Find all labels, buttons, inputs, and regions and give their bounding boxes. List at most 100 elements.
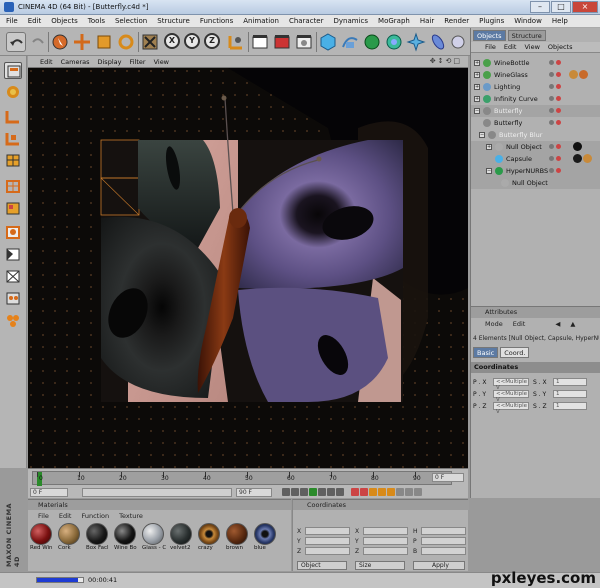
- viewport-menu-edit[interactable]: Edit: [40, 58, 53, 66]
- material-swatch[interactable]: brown: [226, 523, 250, 551]
- object-row[interactable]: + WineGlass: [471, 69, 600, 81]
- current-frame-field[interactable]: 0 F: [432, 473, 464, 482]
- spline-pen-icon[interactable]: [340, 32, 360, 52]
- position-z-field[interactable]: <<Multiple V: [493, 402, 529, 415]
- use-edge-tool-icon[interactable]: [4, 178, 22, 195]
- object-row[interactable]: − Butterfly: [471, 105, 600, 117]
- keyframe-param-icon[interactable]: [396, 488, 404, 496]
- tab-structure[interactable]: Structure: [507, 30, 546, 41]
- scale-x-field[interactable]: 1: [553, 378, 587, 386]
- tab-objects[interactable]: Objects: [473, 30, 506, 41]
- keyframe-move-icon[interactable]: [369, 488, 377, 496]
- nurbs-icon[interactable]: [362, 32, 382, 52]
- viewport-menu-cameras[interactable]: Cameras: [61, 58, 90, 66]
- attr-menu-mode[interactable]: Mode: [485, 319, 503, 330]
- enable-axis-icon[interactable]: [4, 224, 22, 241]
- cube-icon[interactable]: [318, 32, 338, 52]
- autokey-icon[interactable]: [360, 488, 368, 496]
- end-frame-field[interactable]: 90 F: [236, 487, 272, 497]
- camera-icon[interactable]: [448, 32, 468, 52]
- keyframe-scale-icon[interactable]: [378, 488, 386, 496]
- expand-icon[interactable]: −: [479, 132, 485, 138]
- viewport-menu-view[interactable]: View: [154, 58, 169, 66]
- menu-objects[interactable]: Objects: [51, 17, 77, 25]
- object-row[interactable]: Capsule: [471, 153, 600, 165]
- z-axis-lock-icon[interactable]: Z: [204, 33, 220, 49]
- close-button[interactable]: ×: [572, 1, 598, 13]
- play-icon[interactable]: [309, 488, 317, 496]
- obj-menu-view[interactable]: View: [524, 42, 539, 52]
- move-icon[interactable]: [72, 32, 92, 52]
- viewport-menu-filter[interactable]: Filter: [129, 58, 145, 66]
- keyframe-pla-icon[interactable]: [405, 488, 413, 496]
- coord-pos-x-field[interactable]: [305, 527, 350, 535]
- attr-menu-edit[interactable]: Edit: [513, 319, 526, 330]
- undo-icon[interactable]: [6, 32, 26, 52]
- material-swatch[interactable]: crazy: [198, 523, 222, 551]
- next-frame-icon[interactable]: [318, 488, 326, 496]
- object-row[interactable]: + Null Object: [471, 141, 600, 153]
- object-row[interactable]: Butterfly: [471, 117, 600, 129]
- render-settings-icon[interactable]: [294, 32, 314, 52]
- obj-menu-file[interactable]: File: [485, 42, 496, 52]
- coord-rot-p-field[interactable]: [421, 537, 466, 545]
- material-swatch[interactable]: Glass - C: [142, 523, 166, 551]
- material-tag-icon[interactable]: [569, 70, 578, 79]
- mat-menu-file[interactable]: File: [38, 511, 49, 521]
- menu-animation[interactable]: Animation: [243, 17, 279, 25]
- menu-structure[interactable]: Structure: [157, 17, 190, 25]
- material-tag-icon[interactable]: [573, 142, 582, 151]
- previous-key-icon[interactable]: [291, 488, 299, 496]
- coord-rot-b-field[interactable]: [421, 547, 466, 555]
- array-icon[interactable]: [384, 32, 404, 52]
- material-swatch[interactable]: blue: [254, 523, 278, 551]
- use-object-axis-icon[interactable]: [4, 84, 22, 101]
- preview-range-slider[interactable]: [82, 487, 232, 497]
- material-swatch[interactable]: Red Win: [30, 523, 54, 551]
- render-view-icon[interactable]: [250, 32, 270, 52]
- viewport-menu-display[interactable]: Display: [98, 58, 122, 66]
- coord-size-y-field[interactable]: [363, 537, 408, 545]
- menu-edit[interactable]: Edit: [28, 17, 42, 25]
- use-model-icon[interactable]: [4, 62, 22, 79]
- object-row[interactable]: − Butterfly Blur: [471, 129, 600, 141]
- position-x-field[interactable]: <<Multiple V: [493, 378, 529, 391]
- redo-icon[interactable]: [28, 32, 48, 52]
- deformer-icon[interactable]: [406, 32, 426, 52]
- use-point-tool-icon[interactable]: [4, 152, 22, 169]
- viewport-navigation-icons[interactable]: ✥↕⟲□: [430, 57, 462, 65]
- workplane-icon[interactable]: [4, 290, 22, 307]
- mat-menu-texture[interactable]: Texture: [119, 511, 143, 521]
- material-tag-icon[interactable]: [583, 154, 592, 163]
- menu-render[interactable]: Render: [444, 17, 469, 25]
- material-swatch[interactable]: velvet2: [170, 523, 194, 551]
- menu-selection[interactable]: Selection: [115, 17, 147, 25]
- viewport[interactable]: [28, 68, 468, 468]
- coordinate-system-icon[interactable]: [226, 32, 246, 52]
- menu-plugins[interactable]: Plugins: [479, 17, 504, 25]
- menu-character[interactable]: Character: [289, 17, 324, 25]
- timeline-icon[interactable]: [414, 488, 422, 496]
- scale-z-field[interactable]: 1: [553, 402, 587, 410]
- apply-button[interactable]: Apply: [413, 561, 465, 570]
- position-y-field[interactable]: <<Multiple V: [493, 390, 529, 403]
- expand-icon[interactable]: +: [474, 60, 480, 66]
- environment-icon[interactable]: [428, 32, 448, 52]
- size-mode-dropdown[interactable]: Size: [355, 561, 405, 570]
- menu-dynamics[interactable]: Dynamics: [334, 17, 369, 25]
- mat-menu-function[interactable]: Function: [81, 511, 109, 521]
- menu-mograph[interactable]: MoGraph: [378, 17, 410, 25]
- recent-tool-icon[interactable]: [140, 32, 160, 52]
- coord-pos-z-field[interactable]: [305, 547, 350, 555]
- expand-icon[interactable]: +: [474, 72, 480, 78]
- maximize-button[interactable]: □: [551, 1, 571, 13]
- material-swatch[interactable]: Box Facl: [86, 523, 110, 551]
- scale-icon[interactable]: [94, 32, 114, 52]
- use-polygon-tool-icon[interactable]: [4, 200, 22, 217]
- expand-icon[interactable]: +: [474, 84, 480, 90]
- up-arrow-icon[interactable]: ▲: [570, 319, 575, 330]
- coord-size-z-field[interactable]: [363, 547, 408, 555]
- menu-functions[interactable]: Functions: [200, 17, 233, 25]
- y-axis-lock-icon[interactable]: Y: [184, 33, 200, 49]
- scale-y-field[interactable]: 1: [553, 390, 587, 398]
